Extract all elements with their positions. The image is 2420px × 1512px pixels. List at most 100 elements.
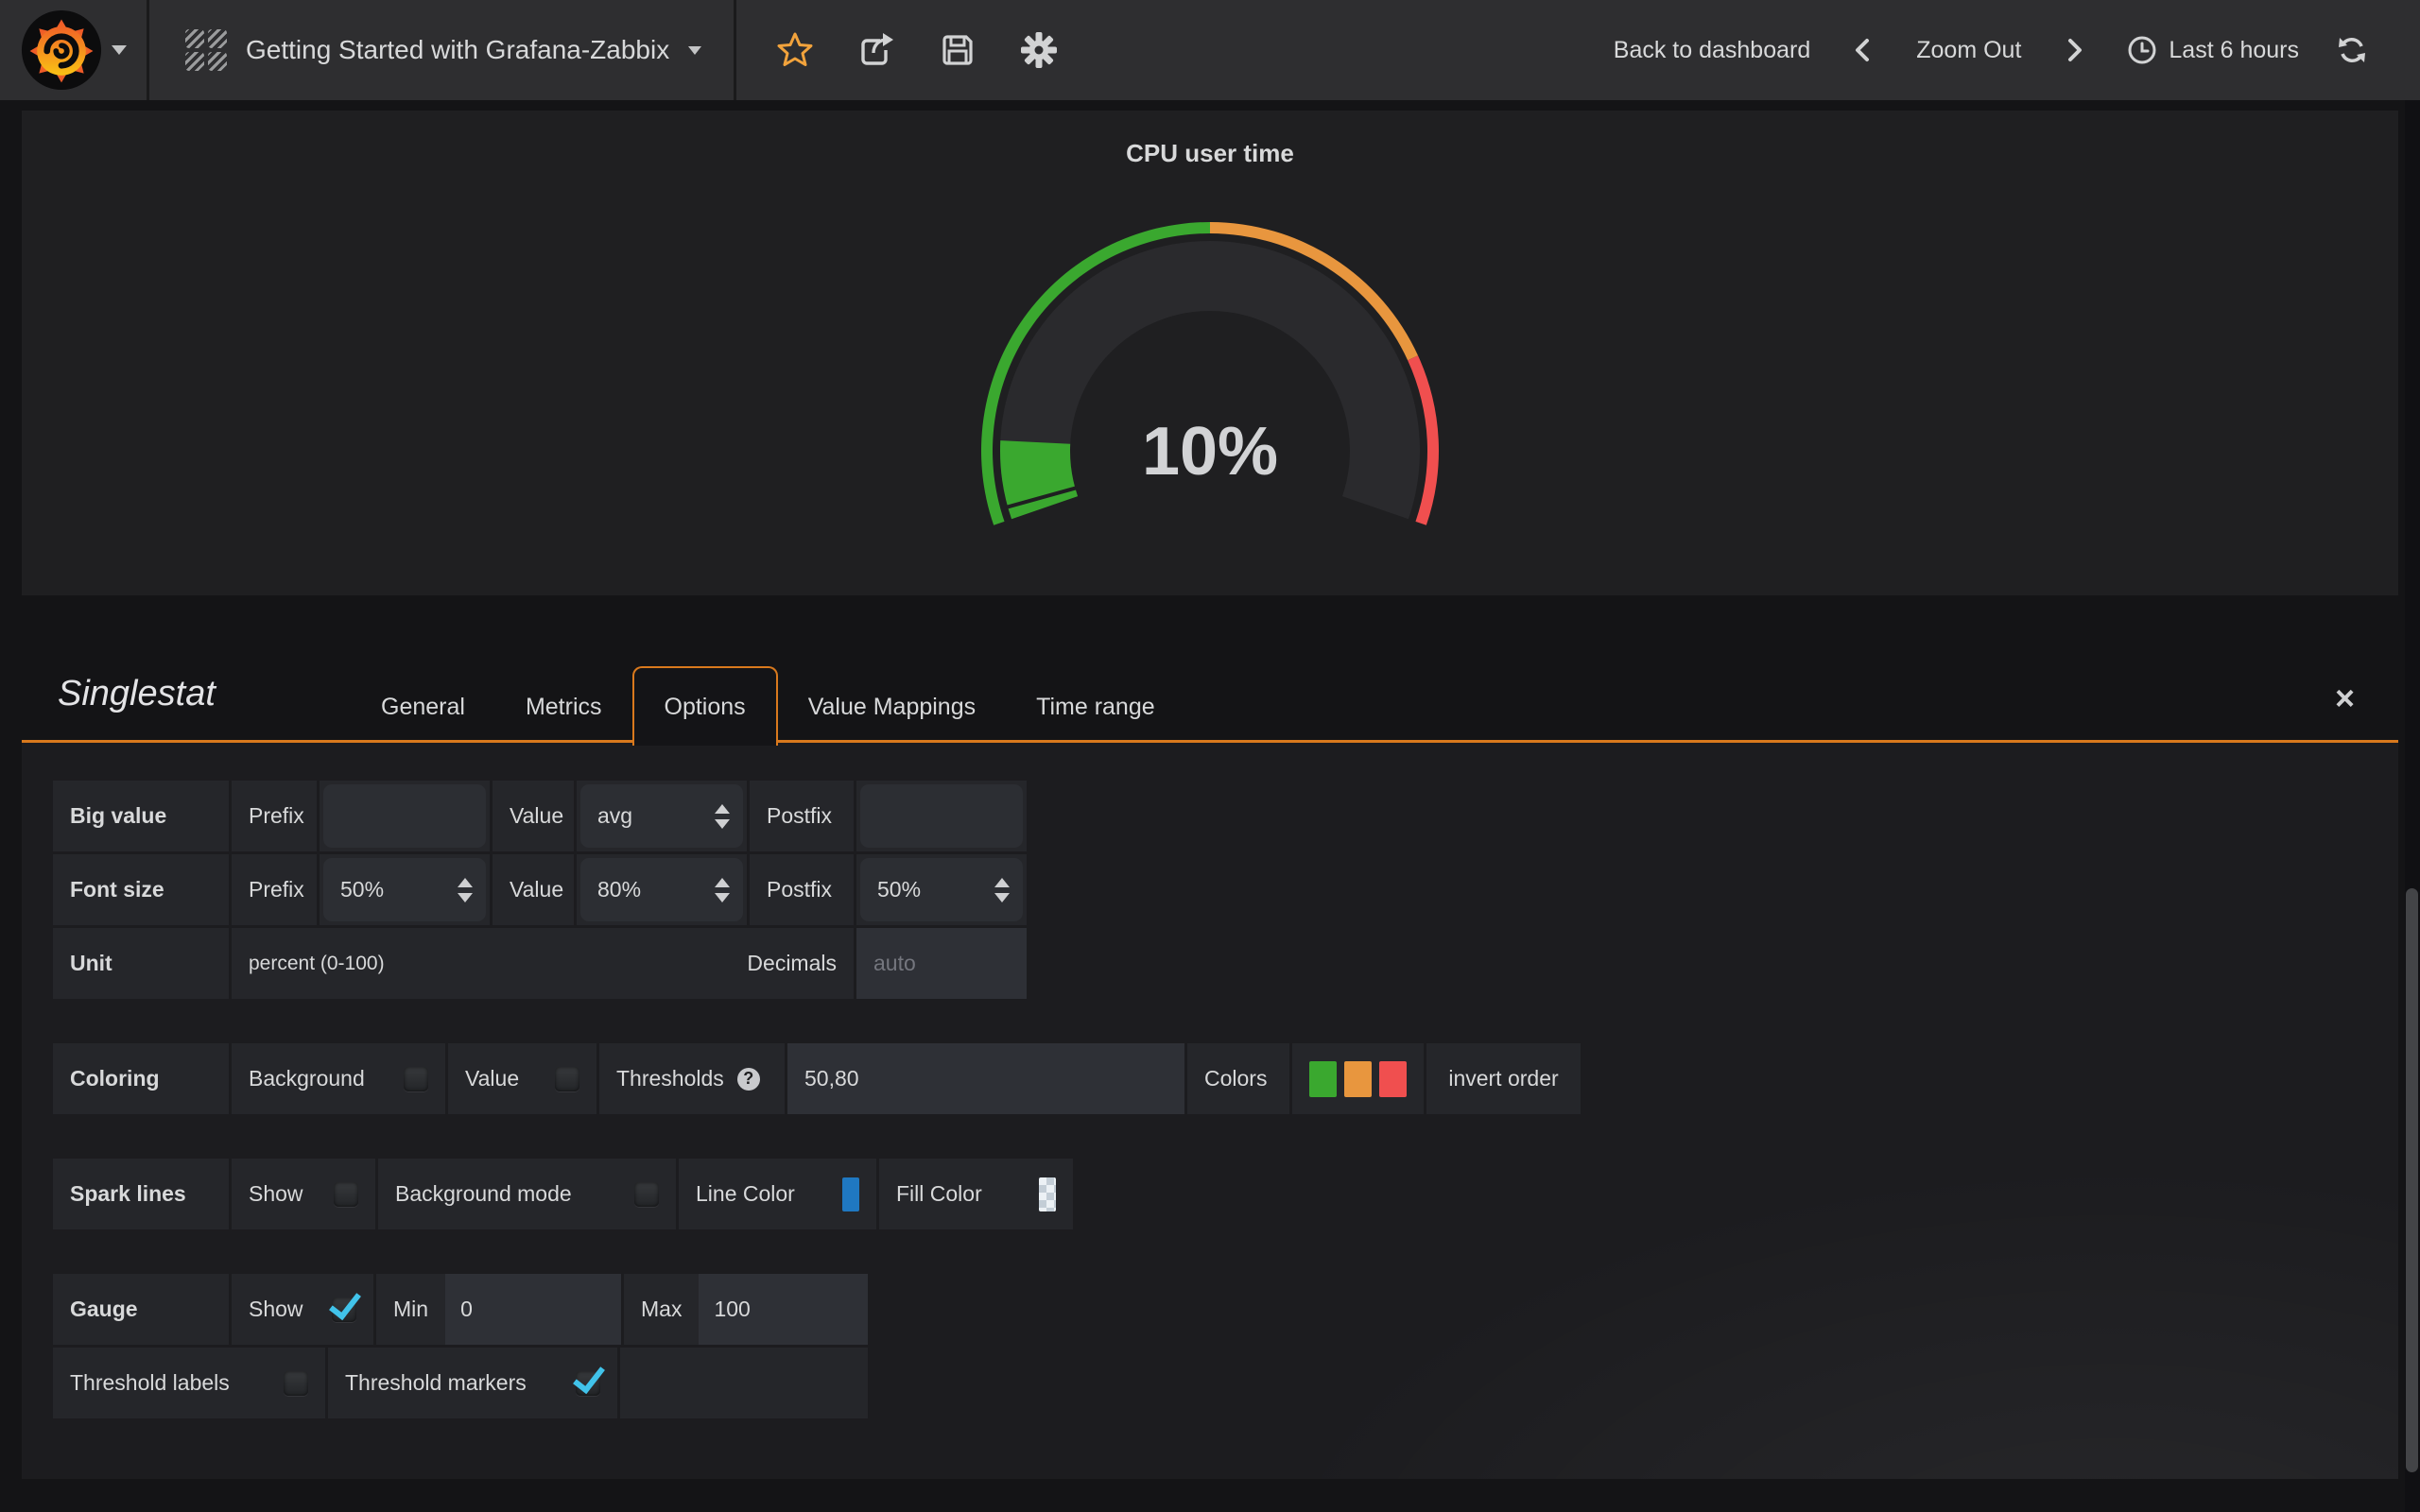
tab-general[interactable]: General	[351, 671, 495, 743]
spark-lines-row: Spark lines Show Background mode Line Co…	[53, 1159, 2398, 1229]
editor-tabs: General Metrics Options Value Mappings T…	[351, 663, 1185, 743]
chevron-right-icon	[2061, 37, 2087, 63]
decimals-input-cell	[856, 928, 1027, 999]
threshold-markers-label: Threshold markers	[345, 1370, 527, 1396]
back-to-dashboard-link[interactable]: Back to dashboard	[1614, 37, 1810, 64]
save-button[interactable]	[939, 31, 977, 69]
chevron-left-icon	[1850, 37, 1876, 63]
line-color-label: Line Color	[696, 1181, 795, 1207]
share-button[interactable]	[857, 31, 895, 69]
value-color-checkbox[interactable]	[555, 1067, 579, 1091]
spark-show-cell: Show	[232, 1159, 375, 1229]
value-options-group: Big value Prefix Value avg Postfix	[53, 743, 2398, 999]
threshold-color-swatch-orange[interactable]	[1344, 1061, 1372, 1097]
spark-lines-group: Spark lines Show Background mode Line Co…	[53, 1117, 2398, 1229]
background-mode-label: Background mode	[395, 1181, 572, 1207]
time-range-picker[interactable]: Last 6 hours	[2127, 35, 2299, 65]
fill-color-swatch[interactable]	[1039, 1177, 1056, 1211]
svg-text:10%: 10%	[1142, 414, 1278, 490]
time-shift-left-button[interactable]	[1844, 31, 1882, 69]
value-function-selected: avg	[597, 803, 632, 829]
gear-icon	[1020, 30, 1058, 70]
star-button[interactable]	[776, 31, 814, 69]
gauge-min-cell: Min	[376, 1274, 621, 1345]
threshold-markers-cell: Threshold markers	[328, 1348, 617, 1418]
thresholds-input-cell	[787, 1043, 1184, 1114]
gauge-max-input[interactable]	[714, 1297, 853, 1322]
star-icon	[776, 31, 814, 69]
value-function-select[interactable]: avg	[580, 784, 743, 848]
select-arrows-icon	[994, 878, 1010, 902]
threshold-markers-checkbox[interactable]	[576, 1371, 600, 1396]
zoom-out-button[interactable]: Zoom Out	[1916, 37, 2021, 64]
value-function-cell: avg	[577, 781, 747, 851]
time-shift-right-button[interactable]	[2055, 31, 2093, 69]
big-value-postfix-input[interactable]	[877, 803, 1006, 829]
font-size-row-label: Font size	[53, 854, 229, 925]
gauge-options-group: Gauge Show Min Max Threshold labels	[53, 1232, 2398, 1418]
settings-button[interactable]	[1020, 31, 1058, 69]
select-arrows-icon	[458, 878, 473, 902]
dashboard-grid-icon	[185, 29, 227, 71]
caret-down-icon	[112, 45, 127, 55]
spark-show-label: Show	[249, 1181, 303, 1207]
gauge-chart: 10%	[22, 111, 2398, 595]
big-value-row: Big value Prefix Value avg Postfix	[53, 781, 2398, 851]
postfix-label: Postfix	[750, 781, 854, 851]
select-arrows-icon	[715, 878, 730, 902]
refresh-icon	[2336, 34, 2368, 66]
background-label: Background	[249, 1066, 365, 1091]
scrollbar-thumb[interactable]	[2406, 888, 2418, 1472]
navbar-right-controls: Back to dashboard Zoom Out Last 6 hours	[1614, 0, 2371, 100]
threshold-labels-checkbox[interactable]	[284, 1371, 308, 1396]
line-color-swatch[interactable]	[842, 1177, 859, 1211]
gauge-max-cell: Max	[624, 1274, 868, 1345]
prefix-size-selected: 50%	[340, 877, 384, 902]
background-mode-cell: Background mode	[378, 1159, 676, 1229]
tab-options[interactable]: Options	[632, 666, 778, 746]
help-icon[interactable]: ?	[737, 1068, 760, 1091]
prefix-size-cell: 50%	[320, 854, 490, 925]
prefix-label: Prefix	[232, 854, 317, 925]
gauge-min-input[interactable]	[460, 1297, 606, 1322]
tab-value-mappings[interactable]: Value Mappings	[778, 671, 1006, 743]
tab-metrics[interactable]: Metrics	[495, 671, 632, 743]
prefix-label: Prefix	[232, 781, 317, 851]
spark-show-checkbox[interactable]	[334, 1182, 358, 1207]
coloring-group: Coloring Background Value Thresholds ? C…	[53, 1002, 2398, 1114]
max-label: Max	[624, 1274, 699, 1345]
unit-value-link[interactable]: percent (0-100)	[249, 953, 385, 975]
threshold-labels-label: Threshold labels	[70, 1370, 230, 1396]
dashboard-title-dropdown[interactable]: Getting Started with Grafana-Zabbix	[149, 0, 736, 100]
value-size-select[interactable]: 80%	[580, 858, 743, 921]
postfix-size-select[interactable]: 50%	[860, 858, 1023, 921]
tab-time-range[interactable]: Time range	[1006, 671, 1185, 743]
select-arrows-icon	[715, 804, 730, 829]
top-navbar: Getting Started with Grafana-Zabbix	[0, 0, 2420, 100]
thresholds-label-cell: Thresholds ?	[599, 1043, 785, 1114]
threshold-labels-cell: Threshold labels	[53, 1348, 325, 1418]
dashboard-title: Getting Started with Grafana-Zabbix	[246, 35, 669, 65]
close-editor-button[interactable]: ×	[2335, 681, 2355, 715]
grafana-menu-button[interactable]	[0, 0, 149, 100]
gauge-show-checkbox[interactable]	[332, 1297, 356, 1322]
decimals-input[interactable]	[873, 951, 1010, 976]
thresholds-input[interactable]	[804, 1066, 1167, 1091]
big-value-prefix-input[interactable]	[340, 803, 469, 829]
colors-label: Colors	[1187, 1043, 1289, 1114]
prefix-size-select[interactable]: 50%	[323, 858, 486, 921]
background-checkbox[interactable]	[404, 1067, 428, 1091]
empty-cell	[620, 1348, 868, 1418]
value-color-label: Value	[465, 1066, 519, 1091]
options-tab-content: Big value Prefix Value avg Postfix	[22, 743, 2398, 1479]
grafana-logo-icon	[21, 9, 102, 91]
background-mode-checkbox[interactable]	[634, 1182, 659, 1207]
gauge-row-label: Gauge	[53, 1274, 229, 1345]
threshold-color-swatch-red[interactable]	[1379, 1061, 1407, 1097]
value-size-selected: 80%	[597, 877, 641, 902]
threshold-color-swatch-green[interactable]	[1309, 1061, 1337, 1097]
thresholds-label: Thresholds	[616, 1066, 724, 1091]
refresh-button[interactable]	[2333, 31, 2371, 69]
line-color-cell: Line Color	[679, 1159, 876, 1229]
invert-order-link[interactable]: invert order	[1426, 1043, 1581, 1114]
